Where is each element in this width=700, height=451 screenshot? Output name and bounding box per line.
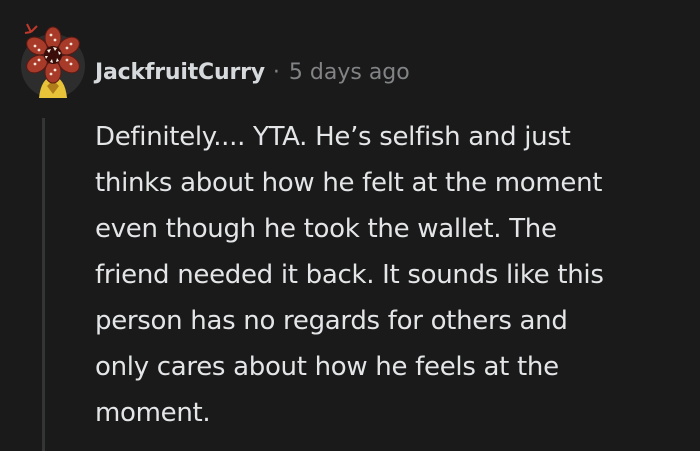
comment-header: JackfruitCurry · 5 days ago: [95, 58, 410, 86]
username-link[interactable]: JackfruitCurry: [95, 60, 265, 85]
comment-body-line: even though he took the wallet. The: [95, 214, 557, 244]
timestamp[interactable]: 5 days ago: [289, 60, 410, 85]
comment-body-line: friend needed it back. It sounds like th…: [95, 260, 604, 290]
comment-body-line: moment.: [95, 398, 211, 428]
meta-separator: ·: [272, 59, 280, 85]
comment: JackfruitCurry · 5 days ago Definitely..…: [0, 0, 700, 451]
demogorgon-avatar-icon: [21, 23, 85, 98]
comment-body-line: person has no regards for others and: [95, 306, 568, 336]
thread-collapse-line[interactable]: [42, 118, 45, 451]
comment-body-line: Definitely.... YTA. He’s selfish and jus…: [95, 122, 571, 152]
comment-body-line: only cares about how he feels at the: [95, 352, 559, 382]
avatar[interactable]: [17, 20, 89, 100]
comment-body-line: thinks about how he felt at the moment: [95, 168, 603, 198]
comment-body: Definitely.... YTA. He’s selfish and jus…: [95, 114, 695, 436]
